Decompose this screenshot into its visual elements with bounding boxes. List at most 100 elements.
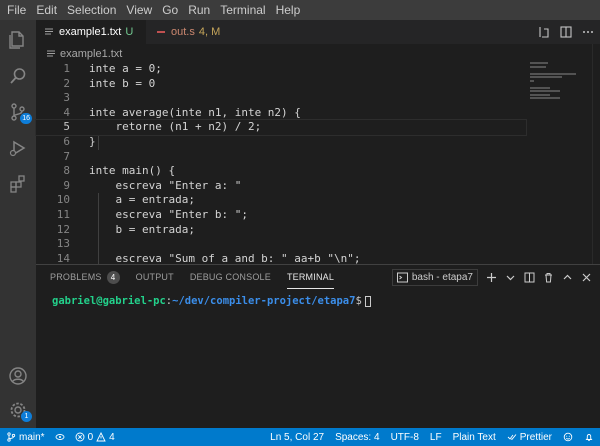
- editor-tabs: example1.txt U out.s 4, M: [36, 20, 600, 44]
- problems-count-badge: 4: [106, 270, 120, 284]
- run-debug-icon[interactable]: [0, 130, 36, 166]
- close-icon[interactable]: [581, 272, 592, 283]
- language-mode[interactable]: Plain Text: [453, 432, 496, 443]
- menu-bar: File Edit Selection View Go Run Terminal…: [0, 0, 600, 20]
- status-bar: main* 0 4 Ln 5, Col 27 Spaces: 4 UTF-8 L…: [0, 428, 600, 446]
- line-number: 10: [56, 193, 70, 207]
- tab-example1[interactable]: example1.txt U: [36, 20, 146, 44]
- code-line[interactable]: 12 b = entrada;: [36, 223, 526, 238]
- branch-name: main*: [19, 431, 45, 443]
- line-number: 3: [63, 91, 70, 105]
- code-text: inte a = 0;: [89, 62, 162, 75]
- code-text: inte b = 0: [89, 76, 156, 90]
- source-control-icon[interactable]: 16: [0, 94, 36, 130]
- code-text: inte main() {: [89, 164, 176, 178]
- code-line[interactable]: 8 inte main() {: [36, 164, 526, 179]
- line-number: 13: [56, 237, 70, 251]
- explorer-icon[interactable]: [0, 22, 36, 58]
- tab-problems[interactable]: PROBLEMS 4: [50, 265, 120, 289]
- code-line[interactable]: 5 retorne (n1 + n2) / 2;: [35, 119, 527, 136]
- cursor-position[interactable]: Ln 5, Col 27: [270, 432, 324, 443]
- bottom-panel: PROBLEMS 4 OUTPUT DEBUG CONSOLE TERMINAL …: [36, 264, 600, 428]
- encoding[interactable]: UTF-8: [391, 432, 419, 443]
- menu-view[interactable]: View: [121, 0, 157, 20]
- editor-area: example1.txt U out.s 4, M example1.txt 1…: [35, 20, 600, 266]
- account-icon[interactable]: [0, 358, 36, 394]
- tab-out-s[interactable]: out.s 4, M: [148, 20, 248, 44]
- menu-go[interactable]: Go: [157, 0, 183, 20]
- source-control-badge: 16: [20, 113, 32, 124]
- menu-help[interactable]: Help: [271, 0, 306, 20]
- code-text: escreva "Enter a: ": [89, 178, 242, 192]
- trash-icon[interactable]: [543, 272, 554, 283]
- live-share[interactable]: [55, 432, 65, 442]
- terminal-icon: [396, 272, 408, 282]
- menu-selection[interactable]: Selection: [62, 0, 121, 20]
- terminal-cursor: [364, 295, 371, 307]
- tab-output[interactable]: OUTPUT: [136, 265, 174, 289]
- code-line[interactable]: 11 escreva "Enter b: ";: [36, 208, 526, 223]
- code-line[interactable]: 7: [36, 150, 526, 165]
- terminal-prompt[interactable]: gabriel@gabriel-pc:~/dev/compiler-projec…: [52, 295, 371, 307]
- code-line[interactable]: 3: [36, 91, 526, 106]
- code-line[interactable]: 1 inte a = 0;: [36, 62, 526, 77]
- split-terminal-icon[interactable]: [524, 272, 535, 283]
- terminal-selector-label: bash - etapa7: [411, 271, 473, 283]
- breadcrumb[interactable]: example1.txt: [46, 46, 122, 62]
- prettier-status[interactable]: Prettier: [507, 432, 552, 443]
- split-editor-icon[interactable]: [560, 26, 572, 38]
- code-line[interactable]: 6}: [36, 135, 526, 150]
- code-text: escreva "Enter b: ";: [89, 207, 248, 221]
- menu-terminal[interactable]: Terminal: [215, 0, 270, 20]
- editor-scrollbar[interactable]: [592, 44, 600, 264]
- search-icon[interactable]: [0, 58, 36, 94]
- notifications-button[interactable]: [584, 432, 594, 442]
- menu-edit[interactable]: Edit: [31, 0, 62, 20]
- branch-status[interactable]: main*: [6, 432, 45, 443]
- chevron-down-icon[interactable]: [505, 272, 516, 283]
- feedback-icon: [563, 432, 573, 442]
- panel-actions: bash - etapa7: [391, 265, 592, 289]
- code-line[interactable]: 2 inte b = 0: [36, 77, 526, 92]
- line-number: 4: [63, 105, 70, 119]
- code-text: a = entrada;: [89, 193, 195, 207]
- git-branch-icon: [7, 432, 16, 442]
- more-actions-icon[interactable]: [582, 26, 594, 38]
- activity-bar: 16 1: [0, 20, 36, 428]
- code-text: }: [89, 134, 96, 148]
- code-line[interactable]: 4 inte average(inte n1, inte n2) {: [36, 106, 526, 121]
- problems-status[interactable]: 0 4: [75, 432, 115, 443]
- tab-label: example1.txt: [59, 26, 122, 38]
- minimap[interactable]: [530, 62, 582, 102]
- code-line[interactable]: 13: [36, 237, 526, 252]
- line-number: 6: [63, 134, 70, 148]
- open-changes-icon[interactable]: [538, 26, 550, 38]
- settings-badge: 1: [21, 411, 32, 422]
- feedback-button[interactable]: [563, 432, 573, 442]
- line-number: 11: [56, 207, 70, 221]
- warning-icon: [96, 432, 106, 442]
- line-number: 5: [63, 120, 70, 134]
- terminal-path: ~/dev/compiler-project/etapa7: [172, 295, 356, 307]
- warning-count: 4: [109, 431, 115, 443]
- menu-run[interactable]: Run: [183, 0, 215, 20]
- settings-gear-icon[interactable]: 1: [0, 392, 36, 428]
- tab-terminal[interactable]: TERMINAL: [286, 265, 335, 289]
- code-editor[interactable]: 1 inte a = 0; 2 inte b = 0 3 4 inte average(in…: [35, 62, 527, 266]
- new-terminal-icon[interactable]: [486, 272, 497, 283]
- line-number: 2: [63, 76, 70, 90]
- tab-debug-console[interactable]: DEBUG CONSOLE: [190, 265, 271, 289]
- menu-file[interactable]: File: [2, 0, 31, 20]
- code-text: retorne (n1 + n2) / 2;: [89, 120, 262, 134]
- line-number: 12: [56, 222, 70, 236]
- end-of-line[interactable]: LF: [430, 432, 442, 443]
- code-line[interactable]: 9 escreva "Enter a: ": [36, 179, 526, 194]
- maximize-panel-icon[interactable]: [562, 272, 573, 283]
- extensions-icon[interactable]: [0, 166, 36, 202]
- tab-status: U: [125, 26, 134, 38]
- error-icon: [75, 432, 85, 442]
- asm-file-icon: [157, 31, 165, 33]
- code-line[interactable]: 10 a = entrada;: [36, 193, 526, 208]
- indentation[interactable]: Spaces: 4: [335, 432, 379, 443]
- terminal-selector[interactable]: bash - etapa7: [391, 268, 478, 286]
